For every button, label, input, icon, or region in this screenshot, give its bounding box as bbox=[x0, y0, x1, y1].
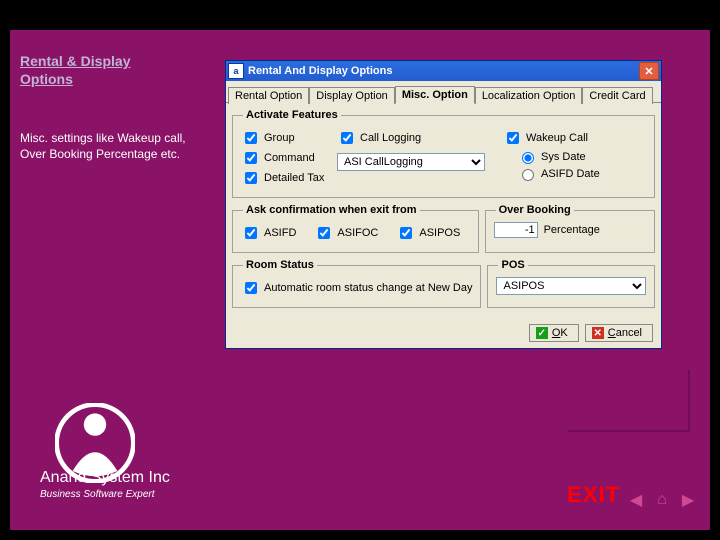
group-overbooking: Over Booking Percentage bbox=[485, 204, 655, 253]
cancel-icon: ✕ bbox=[592, 327, 604, 339]
prev-icon[interactable]: ◀ bbox=[626, 490, 646, 510]
company-tagline: Business Software Expert bbox=[40, 489, 170, 500]
group-room-status: Room Status Automatic room status change… bbox=[232, 259, 481, 308]
dialog-titlebar[interactable]: a Rental And Display Options ✕ bbox=[226, 61, 661, 81]
checkbox-auto-room-status[interactable]: Automatic room status change at New Day bbox=[241, 279, 472, 297]
checkbox-command[interactable]: Command bbox=[241, 149, 331, 167]
group-pos: POS ASIPOS bbox=[487, 259, 655, 308]
select-call-logging[interactable]: ASI CallLogging bbox=[337, 153, 485, 171]
checkbox-asipos[interactable]: ASIPOS bbox=[396, 224, 460, 242]
legend-room-status: Room Status bbox=[243, 259, 317, 271]
title-link[interactable]: Rental & Display Options bbox=[20, 53, 130, 87]
group-activate-features: Activate Features Group Command Detailed… bbox=[232, 109, 655, 198]
select-pos[interactable]: ASIPOS bbox=[496, 277, 646, 295]
exit-button[interactable]: EXIT bbox=[567, 482, 620, 508]
slide-description: Misc. settings like Wakeup call, Over Bo… bbox=[20, 130, 190, 162]
checkbox-wakeup[interactable]: Wakeup Call bbox=[503, 129, 646, 147]
input-overbooking[interactable] bbox=[494, 222, 538, 238]
legend-activate: Activate Features bbox=[243, 109, 341, 121]
radio-sys-date[interactable]: Sys Date bbox=[517, 149, 646, 164]
check-icon: ✓ bbox=[536, 327, 548, 339]
checkbox-detailed-tax[interactable]: Detailed Tax bbox=[241, 169, 331, 187]
tab-misc[interactable]: Misc. Option bbox=[395, 86, 475, 104]
ok-button[interactable]: ✓ OK bbox=[529, 324, 579, 342]
checkbox-asifd[interactable]: ASIFD bbox=[241, 224, 296, 242]
legend-overbooking: Over Booking bbox=[496, 204, 574, 216]
options-dialog: a Rental And Display Options ✕ Rental Op… bbox=[225, 60, 662, 349]
slide-title: Rental & Display Options bbox=[20, 53, 180, 89]
legend-confirm: Ask confirmation when exit from bbox=[243, 204, 420, 216]
checkbox-asifoc[interactable]: ASIFOC bbox=[314, 224, 378, 242]
radio-asifd-date[interactable]: ASIFD Date bbox=[517, 166, 646, 181]
label-percentage: Percentage bbox=[544, 224, 600, 236]
tab-rental[interactable]: Rental Option bbox=[228, 87, 309, 104]
home-icon[interactable]: ⌂ bbox=[652, 490, 672, 510]
tab-strip: Rental Option Display Option Misc. Optio… bbox=[226, 81, 661, 103]
close-icon[interactable]: ✕ bbox=[639, 62, 659, 80]
dialog-title: Rental And Display Options bbox=[248, 65, 392, 77]
group-confirm-exit: Ask confirmation when exit from ASIFD AS… bbox=[232, 204, 479, 253]
tab-display[interactable]: Display Option bbox=[309, 87, 395, 104]
next-icon[interactable]: ▶ bbox=[678, 490, 698, 510]
company-block: Anand System Inc Business Software Exper… bbox=[40, 469, 170, 500]
company-name: Anand System Inc bbox=[40, 469, 170, 487]
app-icon: a bbox=[228, 63, 244, 79]
decorative-box bbox=[568, 370, 690, 432]
tab-credit[interactable]: Credit Card bbox=[582, 87, 652, 104]
cancel-button[interactable]: ✕ Cancel bbox=[585, 324, 653, 342]
checkbox-group[interactable]: Group bbox=[241, 129, 331, 147]
legend-pos: POS bbox=[498, 259, 527, 271]
checkbox-call-logging[interactable]: Call Logging bbox=[337, 129, 497, 147]
tab-localization[interactable]: Localization Option bbox=[475, 87, 583, 104]
nav-controls: ◀ ⌂ ▶ bbox=[626, 490, 698, 510]
